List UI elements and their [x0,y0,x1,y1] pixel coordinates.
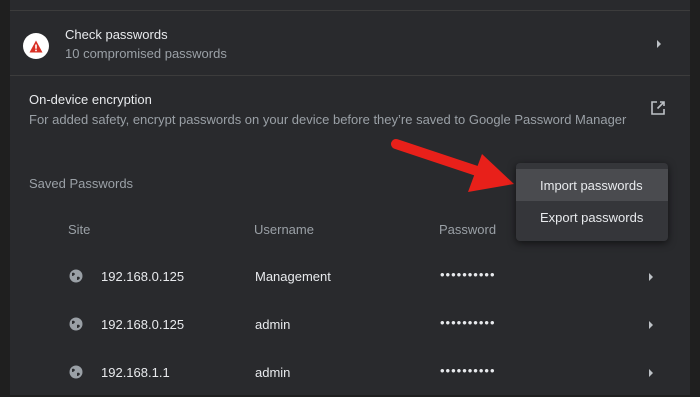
chevron-right-icon[interactable] [649,369,653,377]
globe-icon [69,365,83,379]
username-label: admin [255,365,291,380]
check-passwords-subtitle: 10 compromised passwords [65,46,227,61]
globe-icon [69,269,83,283]
top-divider [10,0,690,11]
password-mask: •••••••••• [440,363,496,378]
check-passwords-title: Check passwords [65,27,168,42]
import-passwords-menu-item[interactable]: Import passwords [516,169,668,201]
check-passwords-row[interactable]: Check passwords 10 compromised passwords [10,11,690,76]
chevron-right-icon [657,40,661,48]
export-passwords-menu-item[interactable]: Export passwords [516,201,668,233]
import-export-menu: Import passwords Export passwords [516,163,668,241]
password-row[interactable]: 192.168.0.125 Management •••••••••• [10,253,690,301]
warning-icon [23,33,49,59]
globe-icon [69,317,83,331]
red-arrow-annotation [391,139,514,192]
encryption-description: For added safety, encrypt passwords on y… [29,112,627,127]
password-row[interactable]: 192.168.1.1 admin •••••••••• [10,349,690,397]
open-in-new-icon[interactable] [650,100,666,121]
chevron-right-icon[interactable] [649,273,653,281]
saved-passwords-title: Saved Passwords [29,176,134,191]
column-header-password: Password [439,222,497,237]
site-label: 192.168.1.1 [101,365,170,380]
encryption-title: On-device encryption [29,92,152,107]
column-header-site: Site [68,222,91,237]
column-header-username: Username [254,222,314,237]
password-row[interactable]: 192.168.0.125 admin •••••••••• [10,301,690,349]
chevron-right-icon[interactable] [649,321,653,329]
site-label: 192.168.0.125 [101,317,185,332]
password-mask: •••••••••• [440,267,496,282]
username-label: Management [255,269,331,284]
password-mask: •••••••••• [440,315,496,330]
site-label: 192.168.0.125 [101,269,185,284]
username-label: admin [255,317,291,332]
